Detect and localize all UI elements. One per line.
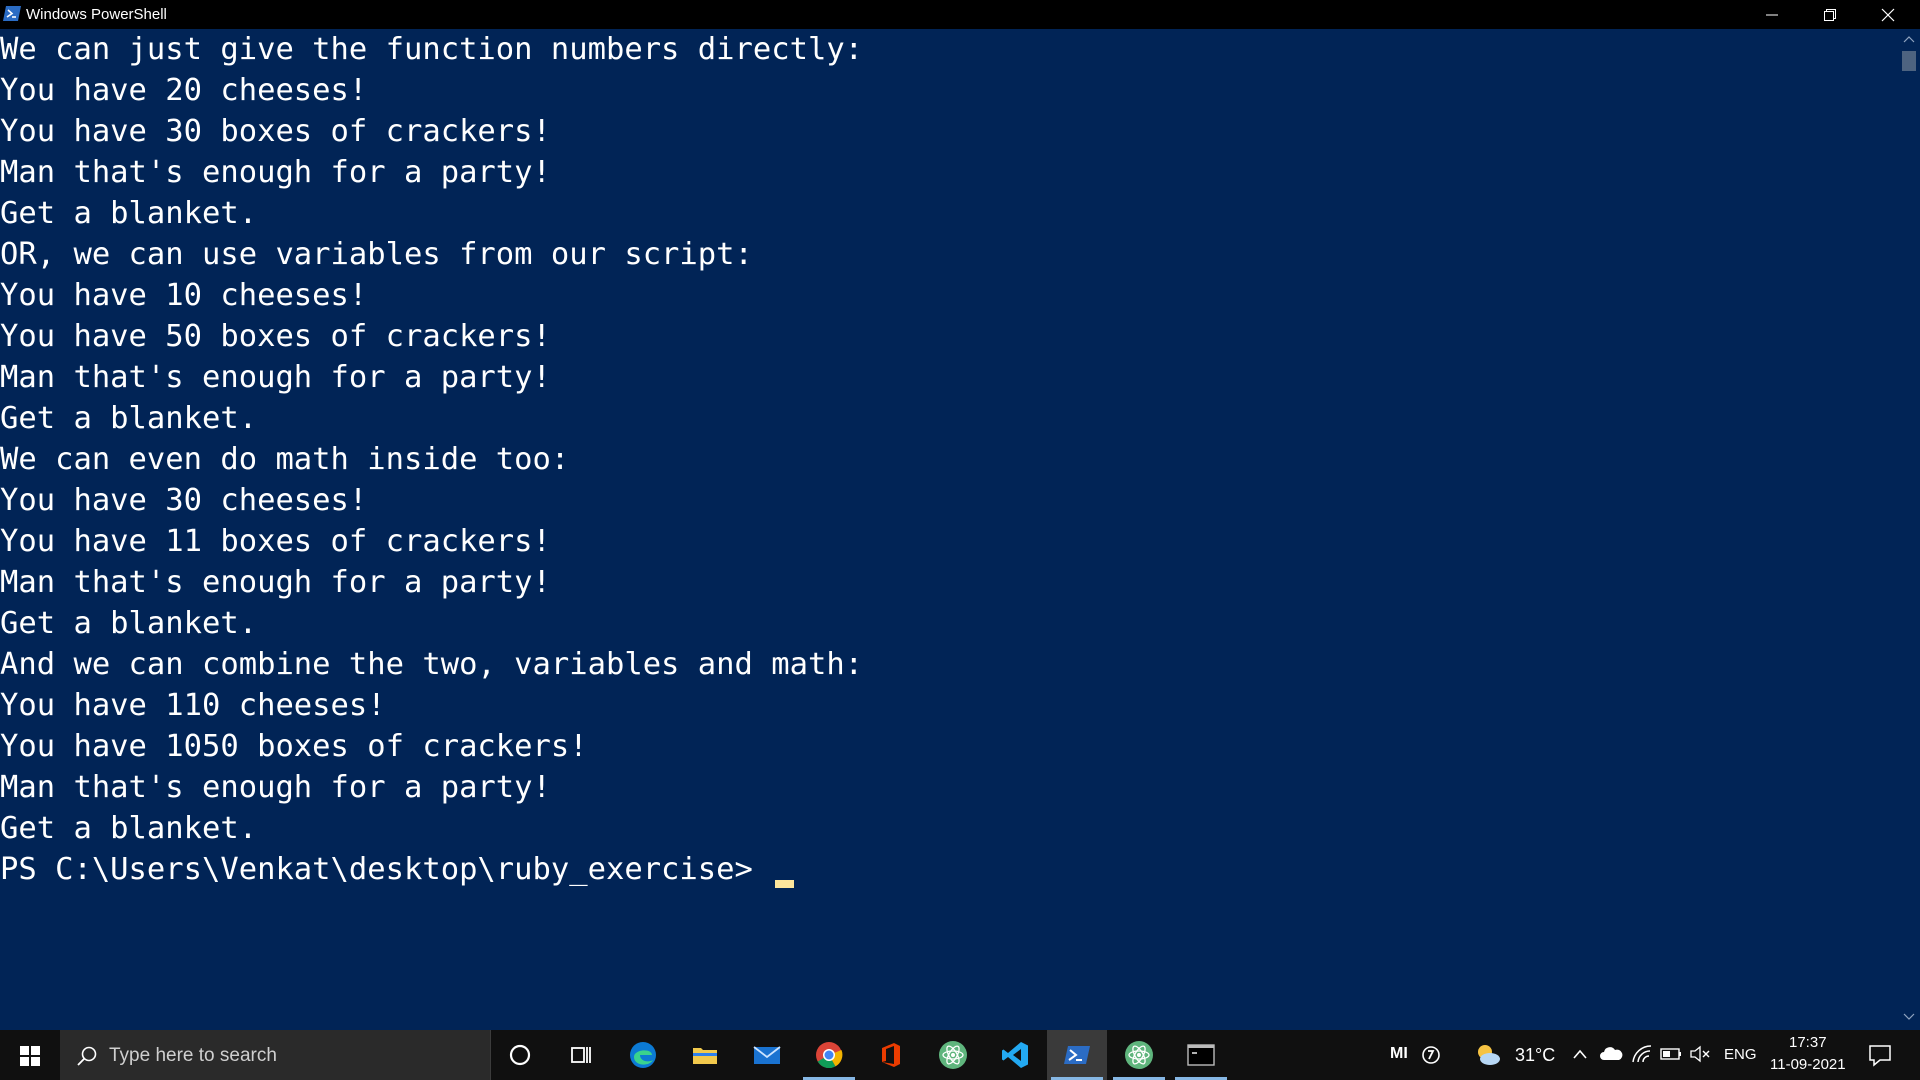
search-placeholder: Type here to search [109, 1045, 277, 1066]
input-language[interactable]: ENG [1724, 1046, 1757, 1063]
close-icon [1881, 8, 1895, 22]
vscode-button[interactable] [985, 1030, 1045, 1080]
scrollbar-thumb[interactable] [1902, 51, 1916, 71]
prompt-text: PS C:\Users\Venkat\desktop\ruby_exercise… [0, 852, 772, 887]
console-line: And we can combine the two, variables an… [0, 647, 864, 682]
terminal-button[interactable] [1171, 1030, 1231, 1080]
atom-icon [939, 1041, 967, 1069]
weather-temperature[interactable]: 31°C [1515, 1045, 1555, 1066]
action-center-notification-icon[interactable] [1868, 1043, 1892, 1067]
console-line: Get a blanket. [0, 196, 258, 231]
text-cursor [775, 880, 795, 888]
restore-icon [1824, 9, 1836, 21]
clock-date[interactable]: 11-09-2021 [1770, 1056, 1846, 1073]
wifi-icon[interactable] [1631, 1044, 1653, 1064]
console-line: You have 50 boxes of crackers! [0, 319, 551, 354]
mail-icon [753, 1046, 781, 1064]
scroll-down-arrow-icon[interactable] [1903, 1013, 1915, 1021]
minimize-icon [1766, 14, 1778, 16]
atom-icon [1125, 1041, 1153, 1069]
prompt-line[interactable]: PS C:\Users\Venkat\desktop\ruby_exercise… [0, 849, 1898, 890]
chrome-button[interactable] [799, 1030, 859, 1080]
mail-button[interactable] [737, 1030, 797, 1080]
cortana-button[interactable] [490, 1030, 550, 1080]
console-line: You have 10 cheeses! [0, 278, 368, 313]
vscode-icon [1002, 1042, 1028, 1068]
title-bar[interactable]: Windows PowerShell [0, 0, 1920, 29]
taskbar-search-box[interactable]: Type here to search [60, 1030, 491, 1080]
console-line: You have 30 boxes of crackers! [0, 114, 551, 149]
clock-time[interactable]: 17:37 [1789, 1034, 1827, 1051]
close-button[interactable] [1859, 0, 1917, 29]
console-line: Get a blanket. [0, 811, 258, 846]
cortana-icon [509, 1044, 531, 1066]
start-button[interactable] [0, 1030, 60, 1080]
console-line: OR, we can use variables from our script… [0, 237, 753, 272]
window-title: Windows PowerShell [26, 6, 167, 23]
vertical-scrollbar[interactable] [1898, 29, 1920, 1030]
atom-button[interactable] [923, 1030, 983, 1080]
console-line: You have 11 boxes of crackers! [0, 524, 551, 559]
battery-icon[interactable] [1660, 1046, 1682, 1062]
task-view-button[interactable] [551, 1030, 611, 1080]
powershell-window: Windows PowerShell We can just give the … [0, 0, 1920, 1030]
onedrive-cloud-icon[interactable] [1599, 1044, 1623, 1064]
task-view-icon [571, 1047, 591, 1063]
office-icon [882, 1043, 900, 1067]
file-explorer-icon [693, 1048, 717, 1064]
atom-button-2[interactable] [1109, 1030, 1169, 1080]
scroll-up-arrow-icon[interactable] [1903, 35, 1915, 43]
restore-button[interactable] [1801, 0, 1859, 29]
edge-icon [630, 1042, 656, 1068]
console-line: Man that's enough for a party! [0, 360, 551, 395]
console-line: You have 20 cheeses! [0, 73, 368, 108]
console-line: We can just give the function numbers di… [0, 32, 864, 67]
show-hidden-icons-chevron-up-icon[interactable] [1572, 1048, 1588, 1060]
powershell-icon [3, 6, 21, 21]
windows-logo-icon [20, 1046, 40, 1066]
console-line: You have 1050 boxes of crackers! [0, 729, 588, 764]
terminal-icon [1187, 1044, 1215, 1066]
console-line: You have 30 cheeses! [0, 483, 368, 518]
console-line: Get a blanket. [0, 401, 258, 436]
console-line: Man that's enough for a party! [0, 155, 551, 190]
powershell-icon [1064, 1046, 1090, 1064]
powershell-taskbar-button[interactable] [1047, 1030, 1107, 1080]
file-explorer-button[interactable] [675, 1030, 735, 1080]
office-button[interactable] [861, 1030, 921, 1080]
speaker-muted-icon[interactable] [1689, 1045, 1711, 1063]
minimize-button[interactable] [1743, 0, 1801, 29]
console-line: Man that's enough for a party! [0, 770, 551, 805]
console-output[interactable]: We can just give the function numbers di… [0, 29, 1898, 1030]
chrome-icon [816, 1042, 843, 1069]
weather-icon[interactable] [1474, 1042, 1502, 1068]
edge-button[interactable] [613, 1030, 673, 1080]
sync-icon[interactable] [1421, 1045, 1441, 1065]
taskbar: Type here to search MI 31°C ENG 17:37 11… [0, 1030, 1920, 1080]
console-line: Man that's enough for a party! [0, 565, 551, 600]
search-icon [77, 1046, 97, 1066]
mi-tray-label[interactable]: MI [1390, 1045, 1408, 1063]
console-line: You have 110 cheeses! [0, 688, 386, 723]
console-line: Get a blanket. [0, 606, 258, 641]
console-line: We can even do math inside too: [0, 442, 570, 477]
